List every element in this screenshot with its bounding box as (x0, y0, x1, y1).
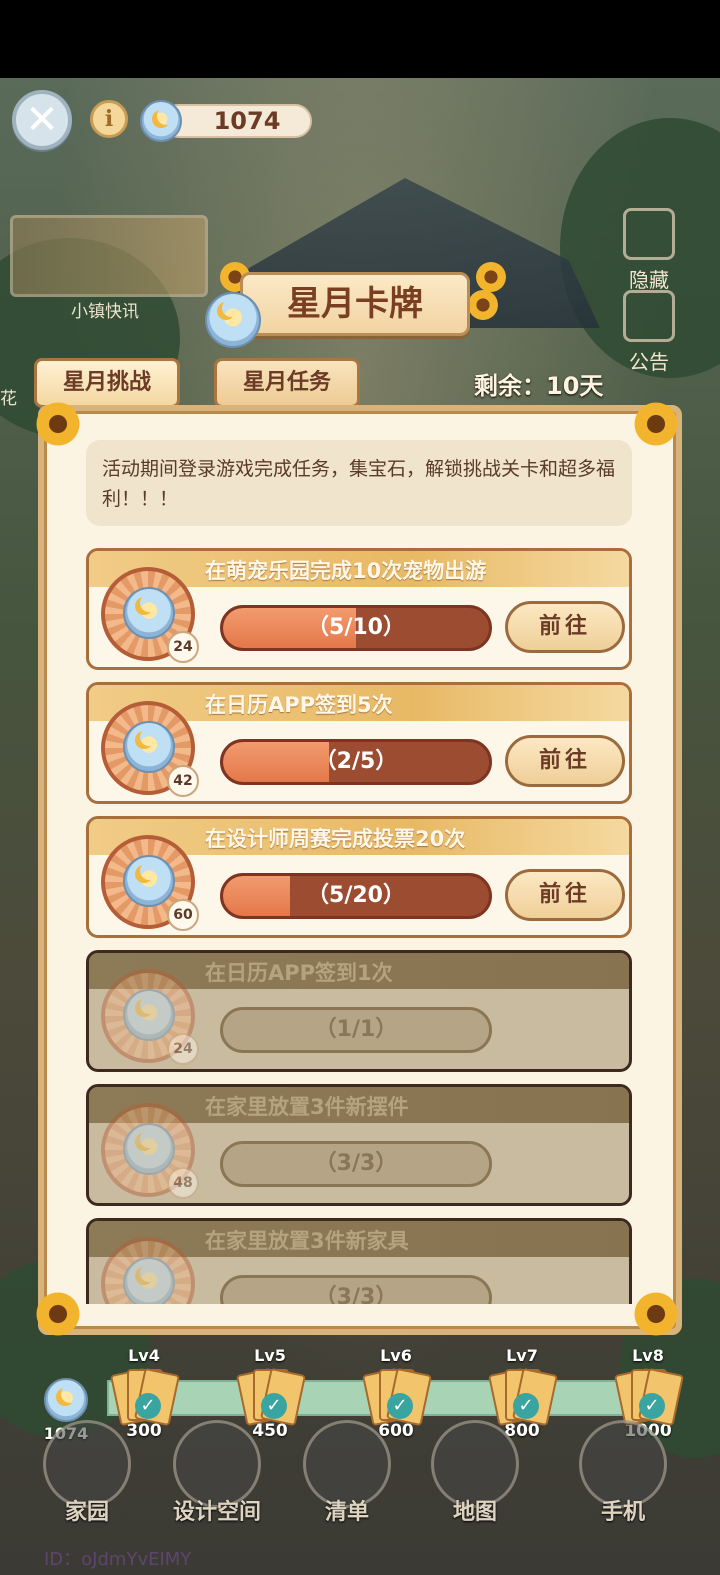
card-pack-icon: ✓ (361, 1367, 433, 1427)
reward-count: 42 (167, 765, 199, 797)
card-pack-icon: ✓ (235, 1367, 307, 1427)
news-thumbnail[interactable] (10, 215, 208, 297)
task-title: 在萌宠乐园完成10次宠物出游 (205, 559, 487, 583)
announcement-icon (623, 290, 675, 342)
task-progress-label: （5/20） (307, 883, 405, 908)
sunflower-icon (36, 1292, 80, 1336)
moon-gem-icon (205, 292, 261, 348)
sunflower-icon (36, 402, 80, 446)
hide-icon (623, 208, 675, 260)
task-title: 在家里放置3件新摆件 (205, 1095, 409, 1119)
task-progress-label: （3/3） (314, 1151, 398, 1176)
moon-gem-icon (123, 1123, 175, 1175)
dock-label: 地图 (452, 1500, 497, 1525)
moon-gem-icon (123, 1257, 175, 1304)
check-icon: ✓ (639, 1393, 665, 1419)
dock-label: 家园 (64, 1500, 109, 1525)
remaining-days: 剩余：10天 (474, 372, 604, 400)
milestone-level: Lv8 (632, 1346, 664, 1365)
task-progress-bar: （3/3） (220, 1275, 492, 1304)
dock-home-button[interactable]: 家园 (42, 1420, 132, 1526)
milestone-level: Lv5 (254, 1346, 286, 1365)
dock-phone-button[interactable]: 手机 (578, 1420, 668, 1526)
milestone-level: Lv6 (380, 1346, 412, 1365)
sunflower-icon (476, 262, 506, 292)
dock-checklist-button[interactable]: 清单 (302, 1420, 392, 1526)
task-progress-label: （2/5） (314, 749, 398, 774)
hide-button[interactable]: 隐藏 (614, 208, 684, 293)
task-title: 在日历APP签到5次 (205, 693, 393, 717)
task-progress-bar: （1/1） (220, 1007, 492, 1053)
go-button[interactable]: 前往 (505, 869, 625, 921)
news-label: 小镇快讯 (71, 302, 139, 322)
announcement-button[interactable]: 公告 (614, 290, 684, 375)
moon-gem-icon (140, 100, 182, 142)
dock-label: 手机 (600, 1500, 645, 1525)
info-icon: i (104, 106, 114, 132)
task-title: 在日历APP签到1次 (205, 961, 393, 985)
task-progress-label: （3/3） (314, 1285, 398, 1304)
moon-gem-icon (123, 989, 175, 1041)
dock-design-space-button[interactable]: 设计空间 (172, 1420, 262, 1526)
close-button[interactable]: ✕ (12, 90, 72, 150)
announcement-label: 公告 (629, 350, 669, 374)
reward-count: 24 (167, 1033, 199, 1065)
task-title: 在家里放置3件新家具 (205, 1229, 409, 1253)
tab-challenge[interactable]: 星月挑战 (34, 358, 180, 408)
check-icon: ✓ (387, 1393, 413, 1419)
gem-count: 1074 (162, 104, 312, 138)
task-row: 在萌宠乐园完成10次宠物出游 24 （5/10） 前往 (86, 548, 632, 670)
gem-counter: 1074 (140, 100, 312, 142)
card-pack-icon: ✓ (487, 1367, 559, 1427)
check-icon: ✓ (135, 1393, 161, 1419)
dock-map-button[interactable]: 地图 (430, 1420, 520, 1526)
event-title: 星月卡牌 (240, 272, 470, 336)
milestone-level: Lv7 (506, 1346, 538, 1365)
task-progress-bar: （5/20） (220, 873, 492, 919)
hide-label: 隐藏 (629, 268, 669, 292)
task-row: 在家里放置3件新家具 （3/3） (86, 1218, 632, 1304)
task-progress-bar: （2/5） (220, 739, 492, 785)
moon-gem-icon (123, 855, 175, 907)
go-button[interactable]: 前往 (505, 735, 625, 787)
task-row: 在日历APP签到1次 24 （1/1） (86, 950, 632, 1072)
left-edge-text: 花 (0, 389, 17, 409)
moon-gem-icon (44, 1378, 88, 1422)
dock-label: 清单 (324, 1500, 369, 1525)
task-list[interactable]: 在萌宠乐园完成10次宠物出游 24 （5/10） 前往 在日历APP签到5次 42 （2/5… (86, 548, 632, 1304)
task-progress-bar: （5/10） (220, 605, 492, 651)
close-icon: ✕ (25, 97, 59, 143)
reward-count: 24 (167, 631, 199, 663)
card-pack-icon: ✓ (109, 1367, 181, 1427)
task-row: 在设计师周赛完成投票20次 60 （5/20） 前往 (86, 816, 632, 938)
task-row: 在家里放置3件新摆件 48 （3/3） (86, 1084, 632, 1206)
sunflower-icon (468, 290, 498, 320)
info-button[interactable]: i (90, 100, 128, 138)
task-progress-label: （5/10） (307, 615, 405, 640)
user-id: ID：oJdmYvEIMY (44, 1549, 192, 1570)
sunflower-icon (634, 1292, 678, 1336)
dock-label: 设计空间 (172, 1500, 261, 1525)
check-icon: ✓ (513, 1393, 539, 1419)
moon-gem-icon (123, 587, 175, 639)
event-description: 活动期间登录游戏完成任务，集宝石，解锁挑战关卡和超多福利！！！ (86, 440, 632, 526)
check-icon: ✓ (261, 1393, 287, 1419)
task-progress-label: （1/1） (314, 1017, 398, 1042)
task-row: 在日历APP签到5次 42 （2/5） 前往 (86, 682, 632, 804)
go-button[interactable]: 前往 (505, 601, 625, 653)
tab-tasks[interactable]: 星月任务 (214, 358, 360, 408)
card-pack-icon: ✓ (613, 1367, 685, 1427)
sunflower-icon (634, 402, 678, 446)
reward-count: 48 (167, 1167, 199, 1199)
task-progress-bar: （3/3） (220, 1141, 492, 1187)
reward-count: 60 (167, 899, 199, 931)
milestone-level: Lv4 (128, 1346, 160, 1365)
task-title: 在设计师周赛完成投票20次 (205, 827, 466, 851)
moon-gem-icon (123, 721, 175, 773)
